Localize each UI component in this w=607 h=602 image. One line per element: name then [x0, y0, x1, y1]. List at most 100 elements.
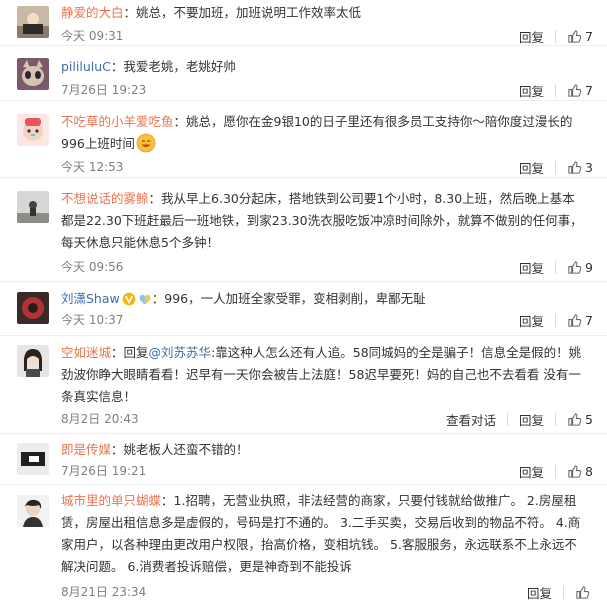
comment-actions: 回复 9 [519, 258, 593, 277]
separator: ： [173, 114, 187, 129]
timestamp: 8月2日 20:43 [61, 412, 139, 426]
like-count: 5 [585, 412, 593, 427]
thumbs-up-icon [568, 30, 582, 43]
like-button[interactable]: 7 [567, 313, 593, 328]
timestamp: 8月21日 23:34 [61, 585, 147, 599]
thumbs-up-icon [576, 586, 590, 599]
thumbs-up-icon [568, 161, 582, 174]
comment-item: 即是传媒：姚老板人还蛮不错的！ 7月26日 19:21 回复 8 [0, 434, 607, 485]
username-link[interactable]: 刘潇Shaw [61, 291, 120, 306]
like-button[interactable]: 9 [567, 260, 593, 275]
comment-meta: 7月26日 19:23 回复 7 [61, 81, 593, 99]
like-button[interactable]: 7 [567, 29, 593, 44]
avatar[interactable] [17, 443, 49, 475]
timestamp: 7月26日 19:23 [61, 83, 147, 97]
separator: ： [111, 442, 124, 457]
timestamp: 今天 12:53 [61, 160, 124, 174]
separator: ： [148, 191, 162, 206]
divider [555, 413, 557, 426]
avatar[interactable] [17, 114, 49, 146]
grinning-face-icon [136, 133, 156, 153]
mention-link[interactable]: @刘苏苏华 [149, 345, 212, 360]
reply-button[interactable]: 回复 [519, 81, 544, 100]
reply-button[interactable]: 回复 [527, 583, 552, 602]
like-button[interactable]: 7 [567, 83, 593, 98]
username-link[interactable]: 不吃草的小羊爱吃鱼 [61, 114, 174, 129]
avatar[interactable] [17, 6, 49, 38]
like-count: 7 [585, 29, 593, 44]
comment-item: 不想说话的雾鲸：我从早上6.30分起床，搭地铁到公司要1个小时，8.30上班，然… [0, 178, 607, 282]
like-count: 7 [585, 83, 593, 98]
separator: ： [111, 345, 124, 360]
comment-item: 静爱的大白：姚总，不要加班，加班说明工作效率太低 今天 09:31 回复 7 [0, 0, 607, 46]
thumbs-up-icon [568, 413, 582, 426]
comment-item: 不吃草的小羊爱吃鱼：姚总，愿你在金9银10的日子里还有很多员工支持你～陪你度过漫… [0, 101, 607, 178]
comment-item: 刘潇Shaw ：996，一人加班全家受罪，变相剥削，卑鄙无耻 今天 10:37 回… [0, 282, 607, 336]
avatar[interactable] [17, 191, 49, 223]
view-conversation-link[interactable]: 查看对话 [446, 410, 496, 429]
comment-body: 不吃草的小羊爱吃鱼：姚总，愿你在金9银10的日子里还有很多员工支持你～陪你度过漫… [61, 111, 583, 155]
reply-button[interactable]: 回复 [519, 158, 544, 177]
thumbs-up-icon [568, 314, 582, 327]
divider [555, 84, 557, 97]
comment-text: 我爱老姚，老姚好帅 [123, 59, 236, 74]
reply-button[interactable]: 回复 [519, 258, 544, 277]
timestamp: 7月26日 19:21 [61, 464, 147, 478]
username-link[interactable]: 静爱的大白 [61, 5, 124, 20]
reply-button[interactable]: 回复 [519, 27, 544, 46]
comment-item: 空如迷城：回复@刘苏苏华:靠这种人怎么还有人追。58同城妈的全是骗子！信息全是假… [0, 336, 607, 434]
verified-v-icon [122, 292, 136, 306]
avatar[interactable] [17, 345, 49, 377]
comment-meta: 今天 12:53 回复 3 [61, 158, 593, 176]
comment-body: 空如迷城：回复@刘苏苏华:靠这种人怎么还有人追。58同城妈的全是骗子！信息全是假… [61, 342, 583, 408]
username-link[interactable]: 空如迷城 [61, 345, 111, 360]
divider [555, 161, 557, 174]
like-count: 3 [585, 160, 593, 175]
comment-text: 姚总，不要加班，加班说明工作效率太低 [136, 5, 362, 20]
timestamp: 今天 10:37 [61, 313, 124, 327]
comment-actions: 查看对话 回复 5 [446, 410, 593, 429]
reply-button[interactable]: 回复 [519, 410, 544, 429]
reply-prefix: 回复 [123, 345, 149, 360]
divider [555, 30, 557, 43]
avatar[interactable] [17, 58, 49, 90]
comment-meta: 8月2日 20:43 查看对话 回复 5 [61, 410, 593, 428]
comment-meta: 今天 09:31 回复 7 [61, 27, 593, 45]
username-link[interactable]: 不想说话的雾鲸 [61, 191, 149, 206]
comment-actions: 回复 8 [519, 462, 593, 481]
comment-body: 刘潇Shaw ：996，一人加班全家受罪，变相剥削，卑鄙无耻 [61, 288, 583, 310]
avatar[interactable] [17, 292, 49, 324]
comment-body: 城市里的单只蝴蝶：1.招聘，无营业执照，非法经营的商家，只要付钱就给做推广。 2… [61, 490, 583, 578]
divider [507, 413, 509, 426]
comment-body: pililuluC：我爱老姚，老姚好帅 [61, 56, 583, 78]
divider [555, 314, 557, 327]
like-count: 7 [585, 313, 593, 328]
like-button[interactable] [575, 585, 593, 600]
comment-meta: 7月26日 19:21 回复 8 [61, 462, 593, 480]
heart-icon [139, 294, 151, 305]
comment-actions: 回复 3 [519, 158, 593, 177]
like-button[interactable]: 3 [567, 160, 593, 175]
username-link[interactable]: 即是传媒 [61, 442, 111, 457]
comment-item: 城市里的单只蝴蝶：1.招聘，无营业执照，非法经营的商家，只要付钱就给做推广。 2… [0, 485, 607, 601]
comment-actions: 回复 7 [519, 311, 593, 330]
like-count: 8 [585, 464, 593, 479]
like-button[interactable]: 5 [567, 412, 593, 427]
comment-actions: 回复 7 [519, 81, 593, 100]
separator: ： [110, 59, 124, 74]
comment-actions: 回复 [527, 583, 593, 602]
username-link[interactable]: pililuluC [61, 59, 111, 74]
thumbs-up-icon [568, 261, 582, 274]
comment-text: 996，一人加班全家受罪，变相剥削，卑鄙无耻 [164, 291, 426, 306]
comment-actions: 回复 7 [519, 27, 593, 46]
comment-meta: 8月21日 23:34 回复 [61, 583, 593, 601]
like-count: 9 [585, 260, 593, 275]
comment-item: pililuluC：我爱老姚，老姚好帅 7月26日 19:23 回复 7 [0, 46, 607, 101]
timestamp: 今天 09:56 [61, 260, 124, 274]
username-link[interactable]: 城市里的单只蝴蝶 [61, 493, 161, 508]
avatar[interactable] [17, 495, 49, 527]
reply-button[interactable]: 回复 [519, 462, 544, 481]
reply-button[interactable]: 回复 [519, 311, 544, 330]
like-button[interactable]: 8 [567, 464, 593, 479]
comment-meta: 今天 09:56 回复 9 [61, 258, 593, 276]
